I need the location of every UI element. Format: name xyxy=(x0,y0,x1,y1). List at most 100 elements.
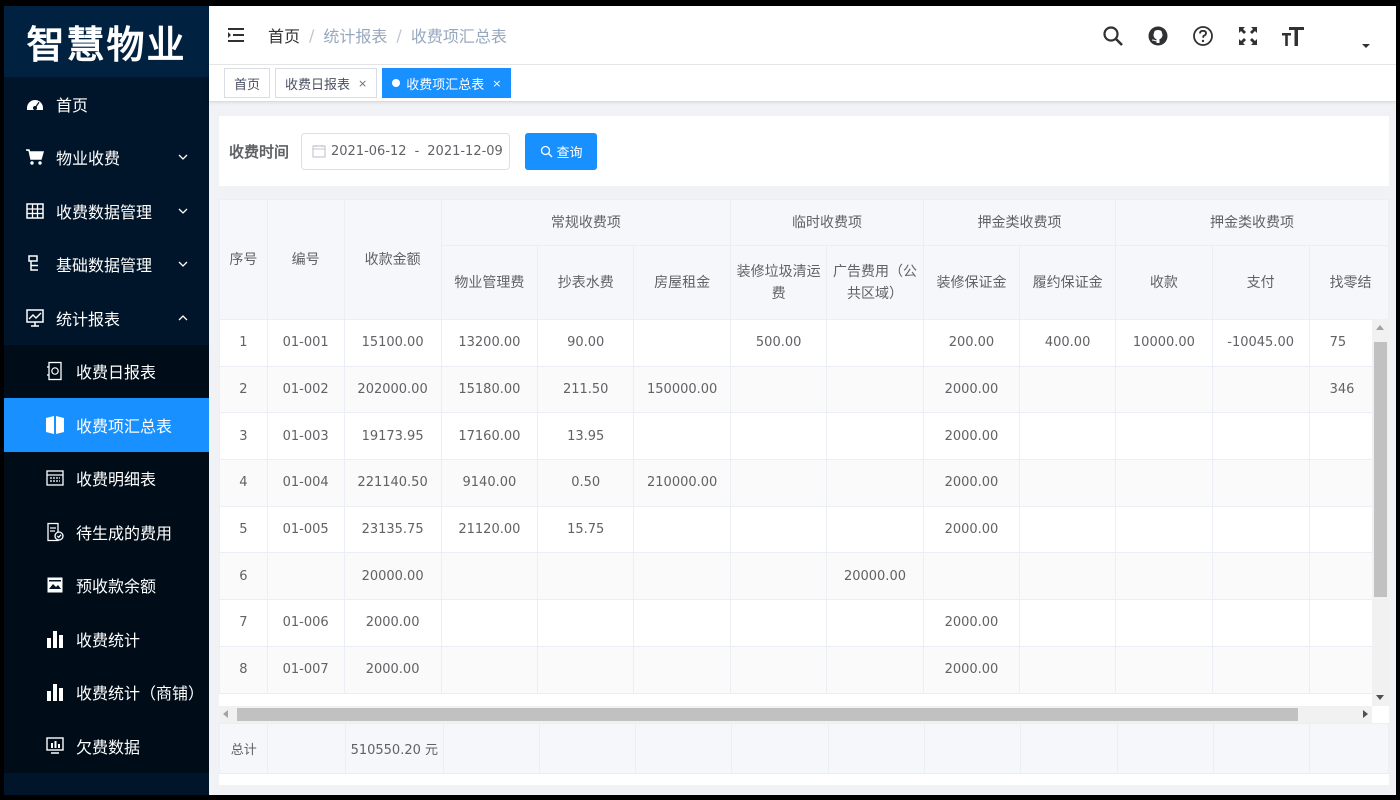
calendar-icon xyxy=(312,145,326,158)
table-cell xyxy=(1211,365,1310,414)
table-cell xyxy=(1211,412,1310,461)
scroll-right-arrow-icon[interactable] xyxy=(1363,710,1368,718)
horizontal-scrollbar[interactable] xyxy=(219,706,1372,723)
table-body: 1 01-001 15100.00 13200.00 90.00 500.00 200.00… xyxy=(219,319,1389,694)
user-dropdown-caret-icon[interactable] xyxy=(1354,34,1378,58)
table-row[interactable]: 3 01-003 19173.95 17160.00 13.95 2000.00 xyxy=(219,412,1389,461)
daily-report-icon xyxy=(44,360,66,382)
sidebar-item-basic-data[interactable]: 基础数据管理 xyxy=(4,238,209,292)
close-icon[interactable]: × xyxy=(492,77,501,90)
search-icon[interactable] xyxy=(1101,24,1125,48)
scrollbar-thumb[interactable] xyxy=(1374,342,1387,597)
col-header: 履约保证金 xyxy=(1019,245,1117,320)
summary-book-icon xyxy=(44,414,66,436)
chevron-down-icon xyxy=(178,154,188,161)
sidebar-item-arrears[interactable]: 欠费数据 xyxy=(4,719,209,773)
table-cell: 7 xyxy=(219,599,268,647)
hamburger-icon[interactable] xyxy=(226,25,246,45)
tag-label: 收费日报表 xyxy=(285,77,351,93)
table-cell: 01-005 xyxy=(266,505,345,554)
close-icon[interactable]: × xyxy=(358,77,367,90)
sidebar-item-label: 物业收费 xyxy=(56,149,121,169)
help-icon[interactable] xyxy=(1191,24,1215,48)
filter-label: 收费时间 xyxy=(229,142,290,161)
table-cell: 400.00 xyxy=(1019,319,1117,367)
table-cell xyxy=(730,412,828,461)
end-date[interactable]: 2021-12-09 xyxy=(427,144,503,159)
sidebar-item-label: 收费数据管理 xyxy=(56,202,153,222)
sidebar-item-fee-stats-shop[interactable]: 收费统计（商铺） xyxy=(4,666,209,720)
vertical-scrollbar[interactable] xyxy=(1372,319,1389,706)
table-row[interactable]: 2 01-002 202000.00 15180.00 211.50 150000.00 2… xyxy=(219,365,1389,414)
group-header-regular: 常规收费项 xyxy=(440,199,732,246)
start-date[interactable]: 2021-06-12 xyxy=(331,144,407,159)
sidebar-item-label: 收费统计（商铺） xyxy=(76,684,205,704)
sidebar-item-daily-report[interactable]: 收费日报表 xyxy=(4,345,209,399)
tree-icon xyxy=(24,253,46,275)
sidebar-item-label: 预收款余额 xyxy=(76,577,157,597)
arrears-chart-icon xyxy=(44,735,66,757)
table-cell: 15100.00 xyxy=(343,319,442,367)
github-icon[interactable] xyxy=(1146,24,1170,48)
dashboard-icon xyxy=(24,93,46,115)
table-row[interactable]: 6 20000.00 20000.00 xyxy=(219,552,1389,601)
table-cell: 6 xyxy=(219,552,268,601)
fullscreen-icon[interactable] xyxy=(1236,24,1260,48)
chevron-up-icon xyxy=(178,314,188,321)
filter-form: 收费时间 2021-06-12 - 2021-12-09 查询 xyxy=(219,116,1389,186)
table-row[interactable]: 7 01-006 2000.00 2000.00 xyxy=(219,599,1389,647)
tag-daily-report[interactable]: 收费日报表 × xyxy=(275,68,378,98)
table-row[interactable]: 5 01-005 23135.75 21120.00 15.75 2000.00 xyxy=(219,505,1389,554)
sidebar-item-detail-report[interactable]: 收费明细表 xyxy=(4,452,209,506)
font-size-icon[interactable] xyxy=(1281,24,1305,48)
tag-home[interactable]: 首页 xyxy=(224,68,271,98)
sidebar-item-property-fee[interactable]: 物业收费 xyxy=(4,131,209,185)
footer-total-amount: 510550.20 元 xyxy=(345,723,444,774)
table-row[interactable]: 1 01-001 15100.00 13200.00 90.00 500.00 200.00… xyxy=(219,319,1389,367)
table-cell xyxy=(1115,459,1213,507)
sidebar-item-home[interactable]: 首页 xyxy=(4,77,209,131)
sidebar-item-pending-fees[interactable]: 待生成的费用 xyxy=(4,505,209,559)
table-cell: 1 xyxy=(219,319,268,367)
table-cell xyxy=(730,645,828,694)
scroll-down-arrow-icon[interactable] xyxy=(1376,695,1384,700)
table-cell xyxy=(1211,599,1310,647)
table-cell: 2000.00 xyxy=(922,365,1021,414)
date-range-picker[interactable]: 2021-06-12 - 2021-12-09 xyxy=(301,132,511,170)
query-button[interactable]: 查询 xyxy=(525,132,598,170)
table-cell xyxy=(537,552,635,601)
table-cell xyxy=(537,599,635,647)
table-cell xyxy=(266,552,345,601)
reports-submenu: 收费日报表 收费项汇总表 收费明细表 待生成的费用 预收款余额 收费统计 收费统… xyxy=(4,344,209,773)
breadcrumb-home[interactable]: 首页 xyxy=(268,23,300,47)
detail-list-icon xyxy=(44,467,66,489)
tag-label: 首页 xyxy=(234,77,261,93)
sidebar-item-label: 基础数据管理 xyxy=(56,256,153,276)
table-row[interactable]: 4 01-004 221140.50 9140.00 0.50 210000.00 2000… xyxy=(219,459,1389,507)
sidebar-item-reports[interactable]: 统计报表 xyxy=(4,291,209,345)
table-cell xyxy=(1211,552,1310,601)
sidebar-item-fee-stats[interactable]: 收费统计 xyxy=(4,612,209,666)
table-cell xyxy=(440,599,539,647)
col-header: 装修保证金 xyxy=(922,245,1021,320)
table-row[interactable]: 8 01-007 2000.00 2000.00 xyxy=(219,645,1389,694)
table-cell: 20000.00 xyxy=(343,552,442,601)
table-cell xyxy=(826,645,924,694)
query-button-label: 查询 xyxy=(556,145,583,161)
sidebar-item-fee-data[interactable]: 收费数据管理 xyxy=(4,184,209,238)
table-cell: 01-007 xyxy=(266,645,345,694)
sidebar-item-summary-report[interactable]: 收费项汇总表 xyxy=(4,398,209,452)
table-cell: 15180.00 xyxy=(440,365,539,414)
table-cell xyxy=(537,645,635,694)
table-cell: 221140.50 xyxy=(343,459,442,507)
pending-doc-icon xyxy=(44,521,66,543)
sidebar-item-prepaid-balance[interactable]: 预收款余额 xyxy=(4,559,209,613)
breadcrumb-reports[interactable]: 统计报表 xyxy=(323,23,387,47)
scroll-up-arrow-icon[interactable] xyxy=(1376,325,1384,330)
scrollbar-thumb[interactable] xyxy=(237,708,1298,721)
chart-monitor-icon xyxy=(24,307,46,329)
table-cell xyxy=(1019,505,1117,554)
scroll-left-arrow-icon[interactable] xyxy=(223,710,228,718)
tag-summary-report[interactable]: 收费项汇总表 × xyxy=(382,68,512,98)
footer-cell xyxy=(924,723,1022,774)
